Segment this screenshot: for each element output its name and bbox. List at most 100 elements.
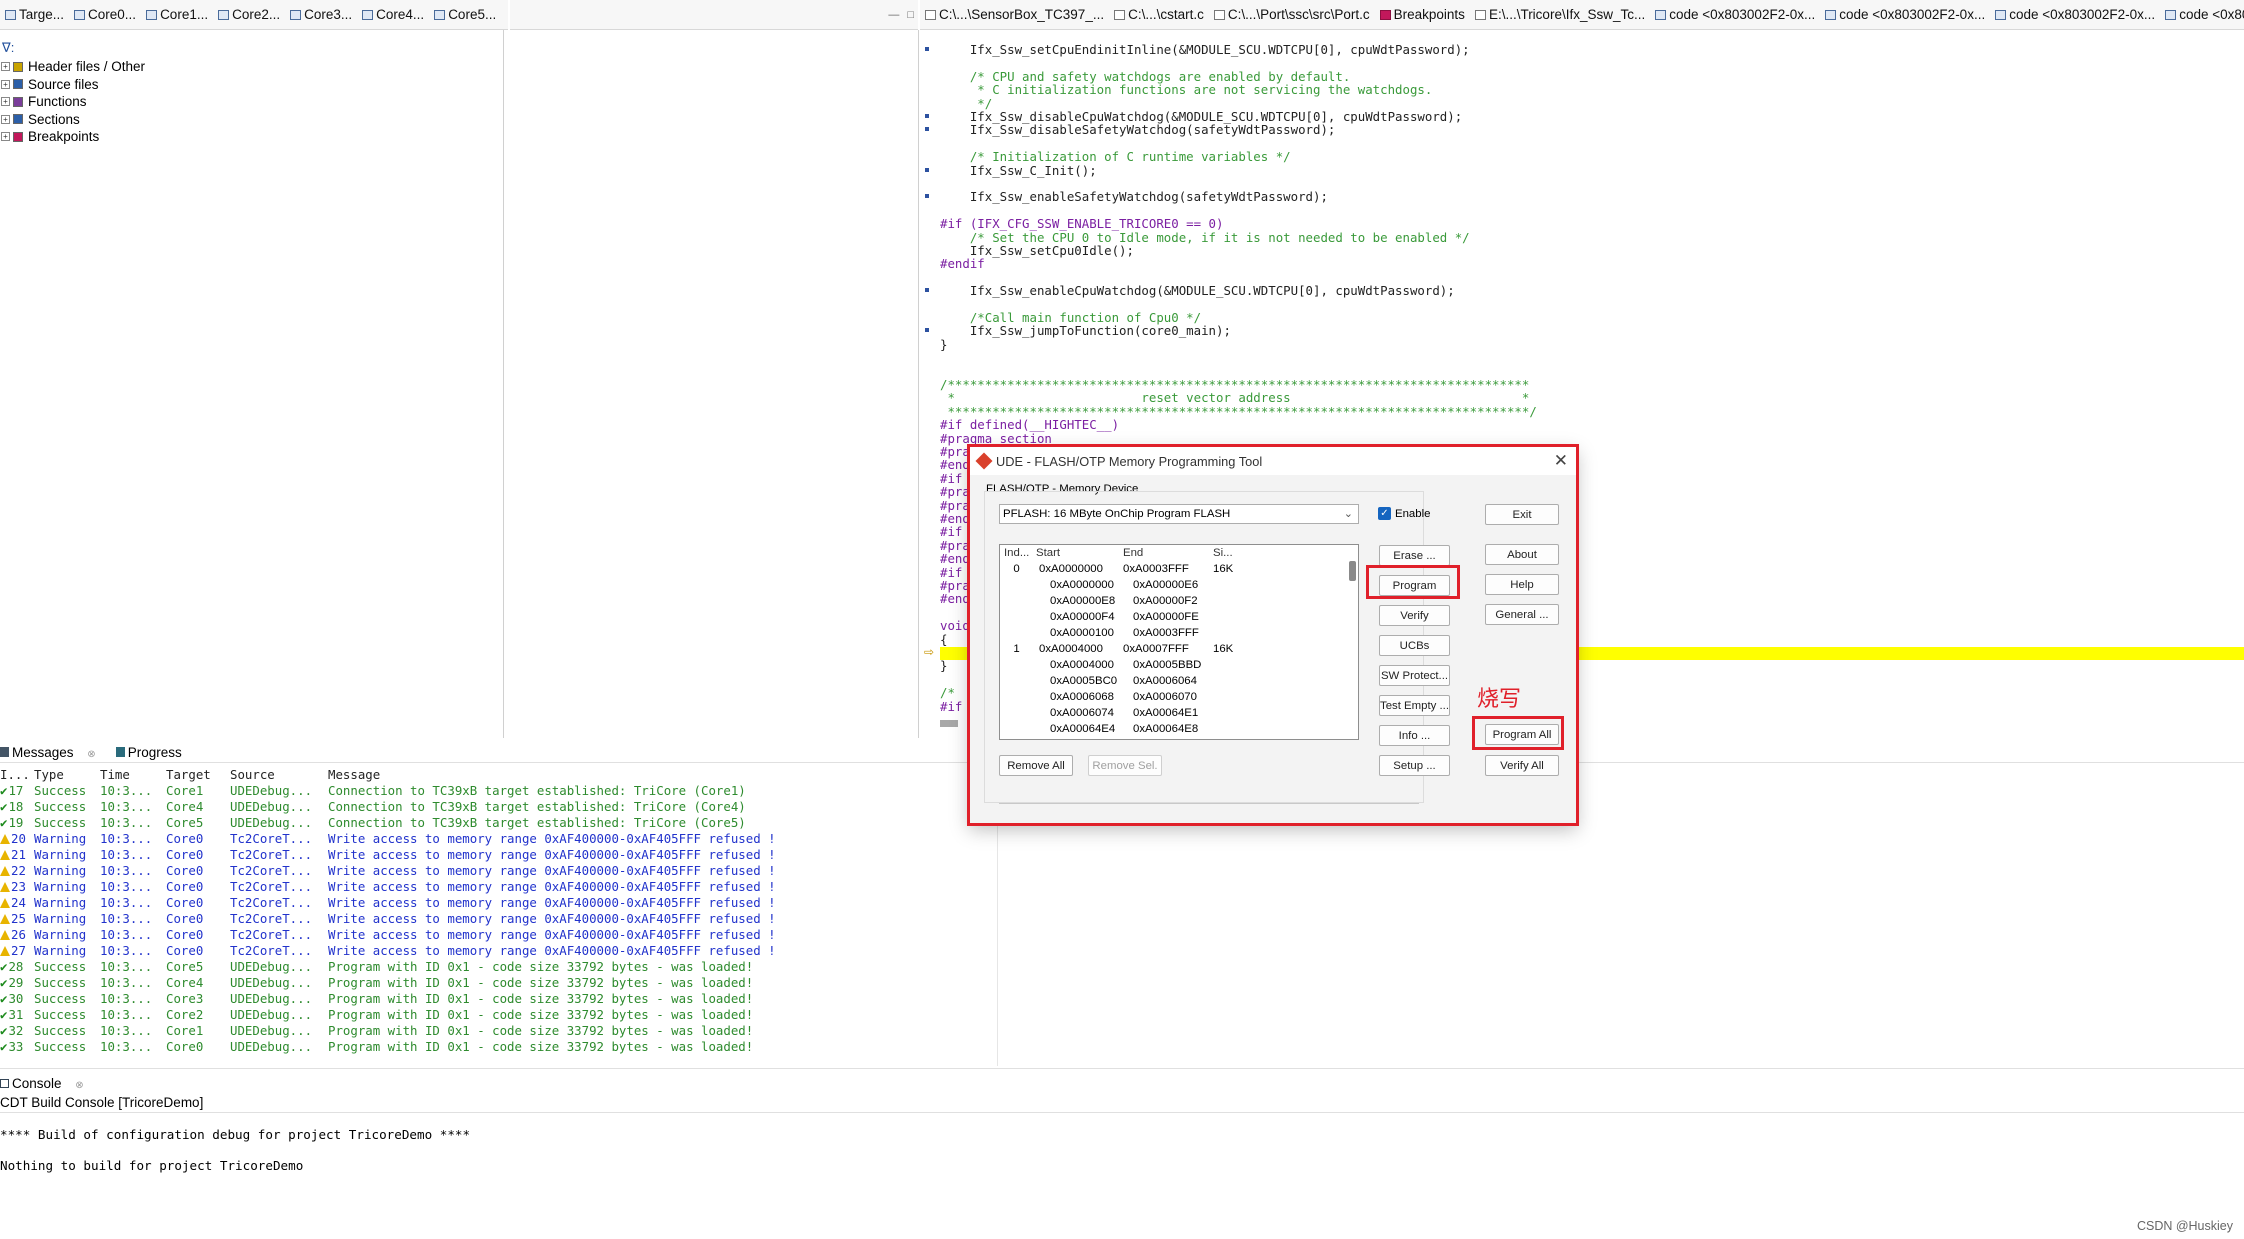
tab-progress[interactable]: Progress bbox=[115, 745, 192, 760]
expand-icon[interactable]: + bbox=[1, 114, 10, 124]
code-line: Ifx_Ssw_jumpToFunction(core0_main); bbox=[940, 323, 1231, 339]
warning-icon bbox=[0, 945, 10, 956]
expand-icon[interactable]: + bbox=[1, 97, 10, 107]
breakpoint-marker-icon[interactable] bbox=[925, 194, 929, 199]
expand-icon[interactable]: + bbox=[1, 62, 10, 72]
breakpoint-marker-icon[interactable] bbox=[925, 127, 929, 132]
breakpoint-marker-icon[interactable] bbox=[925, 328, 929, 333]
minimize-icon[interactable]: — bbox=[884, 9, 903, 21]
core-icon bbox=[434, 9, 446, 20]
middle-view-tabstrip: — □ bbox=[510, 0, 918, 30]
breakpoint-marker-icon[interactable] bbox=[925, 288, 929, 293]
table-header: I... Type Time Target Source Message bbox=[0, 766, 381, 782]
success-check-icon: ✔ bbox=[0, 1006, 8, 1022]
table-row[interactable]: ✔32 Success 10:3... Core1 UDEDebug... Program… bbox=[0, 1022, 888, 1038]
editor-tab[interactable]: code <0x803002F2-0x... bbox=[1990, 0, 2160, 29]
maximize-icon[interactable]: □ bbox=[903, 9, 918, 21]
tab-core3[interactable]: Core3... bbox=[285, 0, 357, 29]
file-icon bbox=[1474, 9, 1486, 20]
view-divider[interactable] bbox=[918, 30, 919, 738]
code-line: #pra bbox=[940, 497, 970, 513]
editor-tab[interactable]: E:\...\Tricore\Ifx_Ssw_Tc... bbox=[1470, 0, 1650, 29]
tab-console[interactable]: Console ⊗ bbox=[0, 1076, 94, 1091]
editor-tab[interactable]: code <0x803002F2-0x... bbox=[2160, 0, 2244, 29]
tree-filter[interactable]: ∇: bbox=[0, 40, 500, 58]
tab-messages[interactable]: Messages ⊗ bbox=[0, 745, 106, 760]
warning-icon bbox=[0, 849, 10, 860]
success-check-icon: ✔ bbox=[0, 798, 8, 814]
editor-tabstrip: C:\...\SensorBox_TC397_... C:\...\cstart.… bbox=[920, 0, 2244, 30]
table-row[interactable]: 24 Warning 10:3... Core0 Tc2CoreT... Write ac… bbox=[0, 894, 888, 910]
success-check-icon: ✔ bbox=[0, 1022, 8, 1038]
view-divider[interactable] bbox=[503, 30, 504, 738]
tab-core1[interactable]: Core1... bbox=[141, 0, 213, 29]
console-icon bbox=[0, 1078, 9, 1088]
tab-targe[interactable]: Targe... bbox=[0, 0, 69, 29]
editor-scrollbar[interactable] bbox=[940, 720, 958, 727]
console-line: Nothing to build for project TricoreDemo bbox=[0, 1158, 304, 1173]
success-check-icon: ✔ bbox=[0, 990, 8, 1006]
warning-icon bbox=[0, 929, 10, 940]
code-line: Ifx_Ssw_setCpu0Idle(); bbox=[940, 243, 1134, 258]
table-row[interactable]: 21 Warning 10:3... Core0 Tc2CoreT... Write ac… bbox=[0, 846, 888, 862]
annotation-label: 烧写 bbox=[1477, 686, 1522, 711]
code-line: * reset vector address * bbox=[940, 390, 1530, 406]
code-line: #if bbox=[940, 470, 963, 486]
folder-icon bbox=[13, 114, 23, 125]
tab-core4[interactable]: Core4... bbox=[357, 0, 429, 29]
code-icon bbox=[1655, 9, 1667, 20]
core-icon bbox=[74, 9, 86, 20]
folder-icon bbox=[13, 79, 23, 90]
table-row[interactable]: ✔18 Success 10:3... Core4 UDEDebug... Connect… bbox=[0, 798, 888, 814]
expand-icon[interactable]: + bbox=[1, 79, 10, 89]
code-line: #end bbox=[940, 511, 970, 526]
table-row[interactable]: ✔28 Success 10:3... Core5 UDEDebug... Program… bbox=[0, 958, 888, 974]
tree-node[interactable]: + Source files bbox=[0, 76, 500, 94]
tree-node[interactable]: + Functions bbox=[0, 93, 500, 111]
code-line: } bbox=[940, 336, 948, 352]
tree-node[interactable]: + Breakpoints bbox=[0, 128, 500, 146]
editor-tab[interactable]: Breakpoints bbox=[1375, 0, 1470, 29]
table-row[interactable]: 27 Warning 10:3... Core0 Tc2CoreT... Write ac… bbox=[0, 942, 888, 958]
messages-tabbar: Messages ⊗ Progress bbox=[0, 742, 202, 762]
console-line: **** Build of configuration debug for pr… bbox=[0, 1127, 471, 1142]
code-line: #if (IFX_CFG_SSW_ENABLE_TRICORE0 == 0) bbox=[940, 216, 1224, 232]
table-row[interactable]: ✔31 Success 10:3... Core2 UDEDebug... Program… bbox=[0, 1006, 888, 1022]
breakpoint-marker-icon[interactable] bbox=[925, 114, 929, 118]
editor-tab[interactable]: C:\...\SensorBox_TC397_... bbox=[920, 0, 1109, 29]
warning-icon bbox=[0, 833, 10, 844]
table-row[interactable]: ✔29 Success 10:3... Core4 UDEDebug... Program… bbox=[0, 974, 888, 990]
code-line: #pra bbox=[940, 578, 970, 593]
table-row[interactable]: 26 Warning 10:3... Core0 Tc2CoreT... Write ac… bbox=[0, 926, 888, 942]
code-line: * C initialization functions are not ser… bbox=[940, 82, 1433, 98]
code-line: #end bbox=[940, 457, 970, 473]
tab-core2[interactable]: Core2... bbox=[213, 0, 285, 29]
folder-icon bbox=[13, 61, 23, 72]
editor-tab[interactable]: code <0x803002F2-0x... bbox=[1820, 0, 1990, 29]
core-icon bbox=[290, 9, 302, 20]
tree-node[interactable]: + Header files / Other bbox=[0, 58, 500, 76]
editor-tab[interactable]: code <0x803002F2-0x... bbox=[1650, 0, 1820, 29]
editor-tab[interactable]: C:\...\cstart.c bbox=[1109, 0, 1209, 29]
tab-core0[interactable]: Core0... bbox=[69, 0, 141, 29]
table-row[interactable]: ✔19 Success 10:3... Core5 UDEDebug... Connect… bbox=[0, 814, 888, 830]
code-line: #if bbox=[940, 698, 963, 714]
expand-icon[interactable]: + bbox=[1, 132, 10, 142]
table-row[interactable]: 25 Warning 10:3... Core0 Tc2CoreT... Write ac… bbox=[0, 910, 888, 926]
table-row[interactable]: 22 Warning 10:3... Core0 Tc2CoreT... Write ac… bbox=[0, 862, 888, 878]
editor-tab[interactable]: C:\...\Port\ssc\src\Port.c bbox=[1209, 0, 1375, 29]
code-line: Ifx_Ssw_disableSafetyWatchdog(safetyWdtP… bbox=[940, 122, 1336, 138]
file-icon bbox=[925, 9, 936, 20]
breakpoint-marker-icon[interactable] bbox=[925, 47, 929, 51]
table-row[interactable]: ✔33 Success 10:3... Core0 UDEDebug... Program… bbox=[0, 1038, 888, 1054]
tab-core5[interactable]: Core5... bbox=[429, 0, 501, 29]
code-line: #end bbox=[940, 591, 970, 607]
code-line: Ifx_Ssw_C_Init(); bbox=[940, 162, 1097, 178]
table-row[interactable]: ✔30 Success 10:3... Core3 UDEDebug... Program… bbox=[0, 990, 888, 1006]
code-line: } bbox=[940, 658, 948, 674]
table-row[interactable]: 20 Warning 10:3... Core0 Tc2CoreT... Write ac… bbox=[0, 830, 888, 846]
table-row[interactable]: ✔17 Success 10:3... Core1 UDEDebug... Connect… bbox=[0, 782, 888, 798]
table-row[interactable]: 23 Warning 10:3... Core0 Tc2CoreT... Write ac… bbox=[0, 878, 888, 894]
tree-node[interactable]: + Sections bbox=[0, 111, 500, 129]
breakpoint-marker-icon[interactable] bbox=[925, 167, 929, 172]
